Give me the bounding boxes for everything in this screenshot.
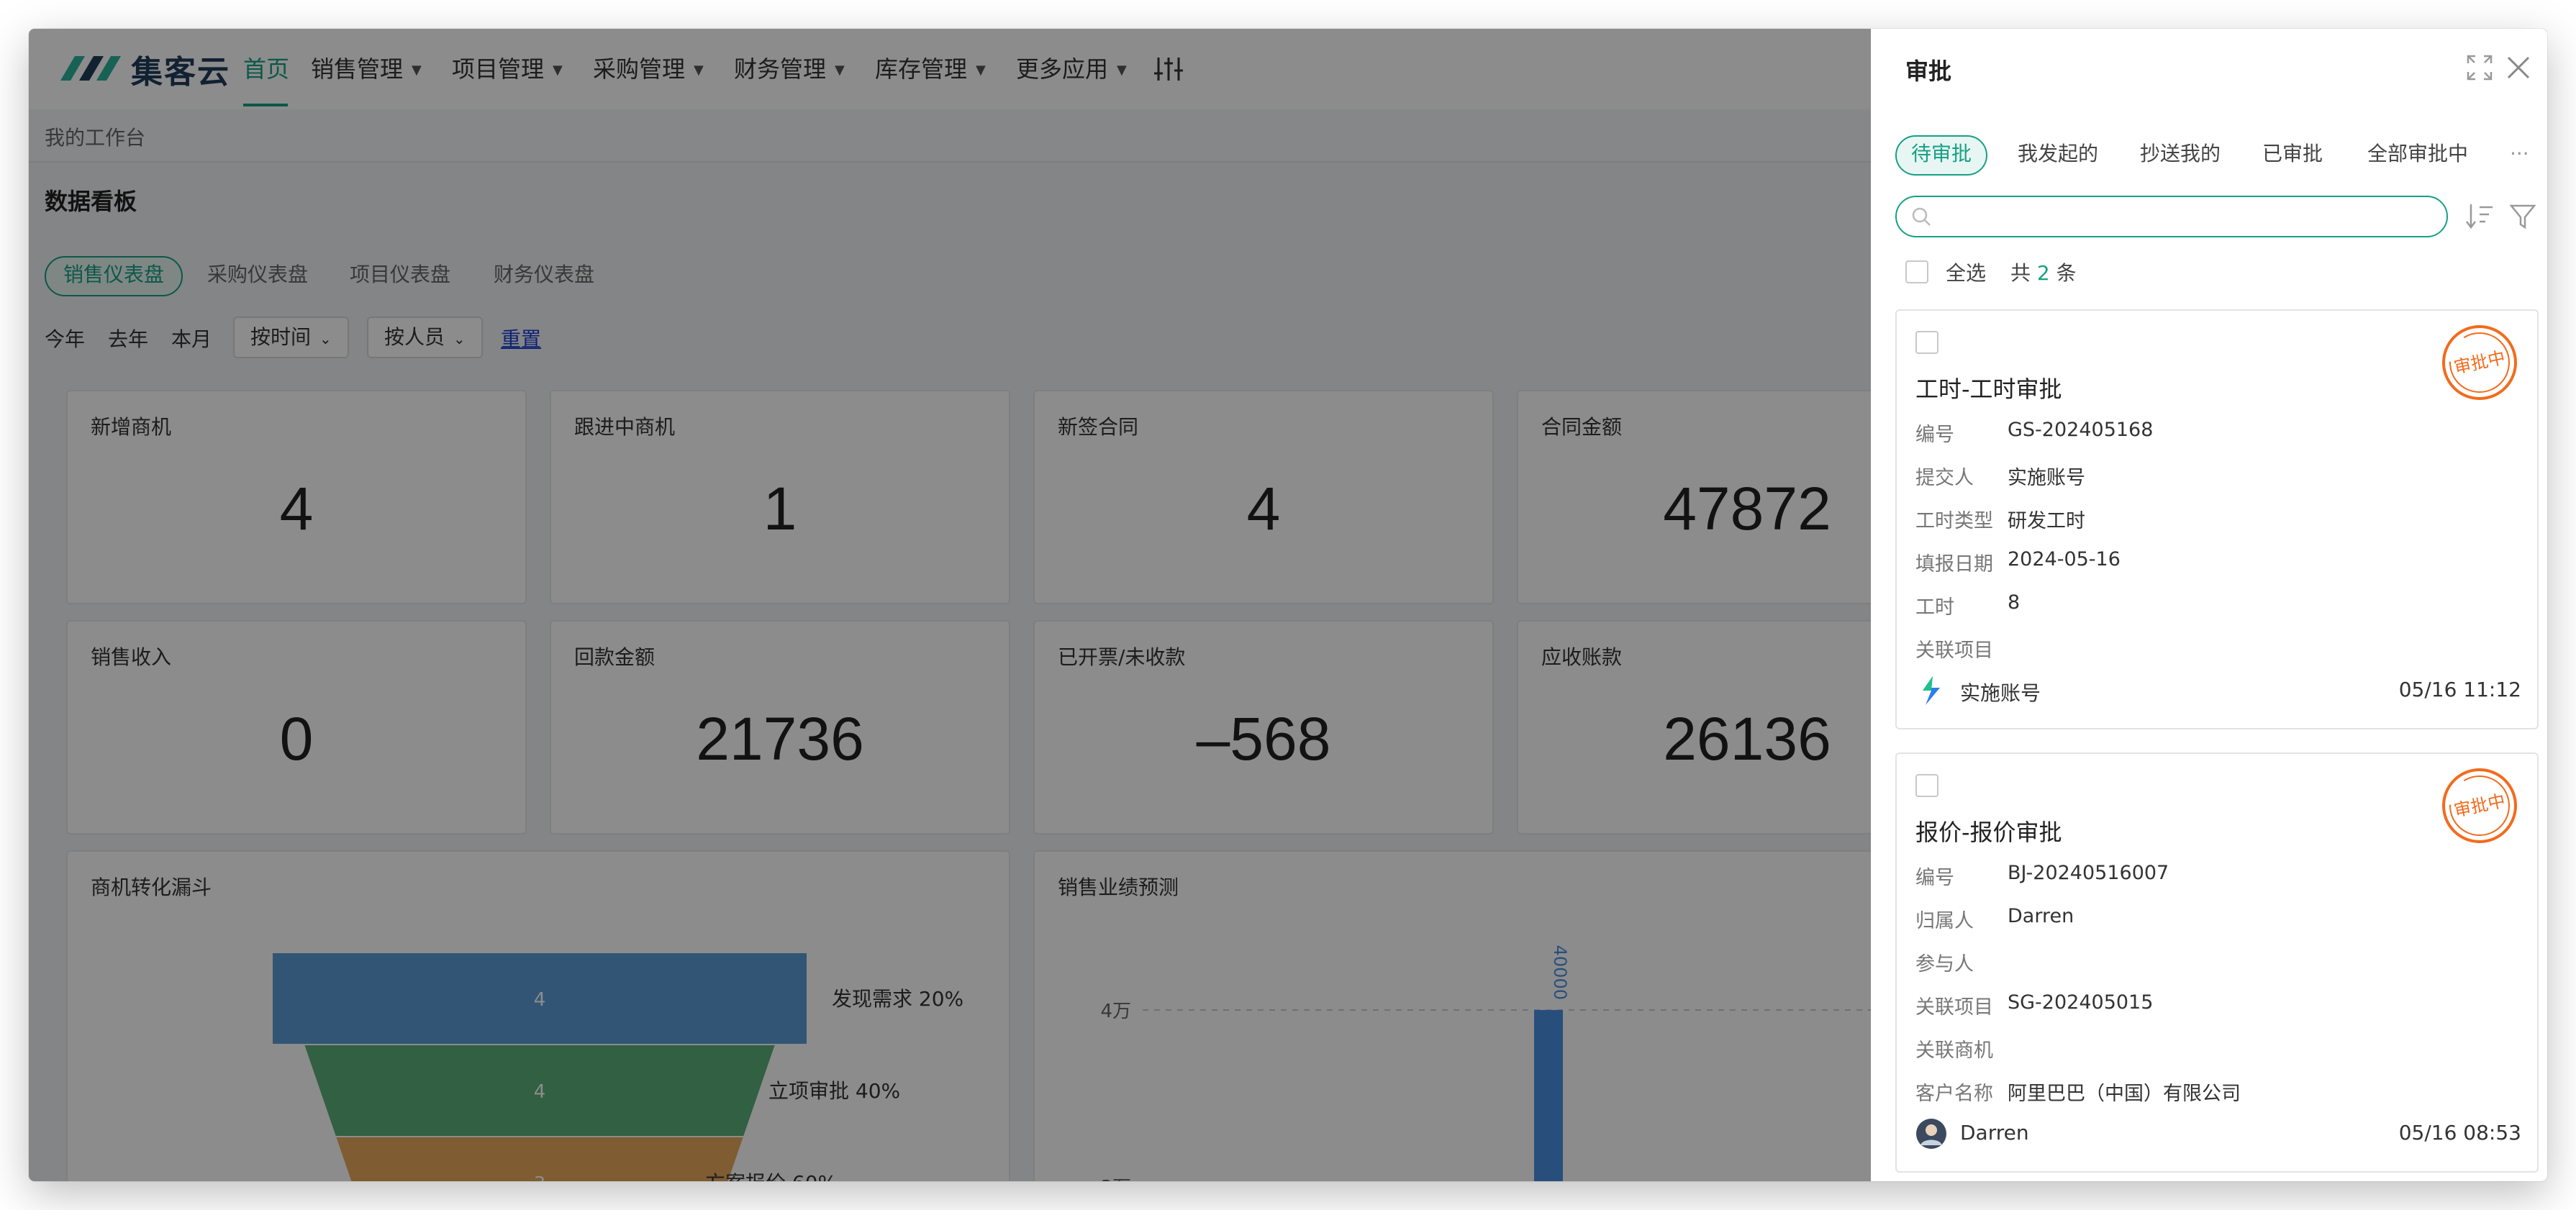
close-icon[interactable] [2503,52,2534,83]
search-input[interactable] [1941,201,2434,232]
field-label: 关联项目 [1915,996,1993,1019]
drawer-title: 审批 [1905,58,1952,85]
field-label: 关联商机 [1915,1040,1993,1062]
count-suffix: 条 [2056,261,2077,285]
select-all-label: 全选 [1946,261,1987,285]
field-label: 填报日期 [1915,553,1993,576]
submit-time: 05/16 08:53 [2398,1121,2521,1145]
approval-card[interactable]: 审批中 报价-报价审批 编号 BJ-20240516007 归属人 Darren… [1895,752,2539,1173]
card-checkbox[interactable] [1915,331,1938,354]
field-label: 编号 [1915,867,1954,889]
field-value: SG-202405015 [2008,991,2154,1014]
search-box[interactable] [1895,196,2448,237]
field-label: 客户名称 [1915,1083,1993,1105]
field-value: 研发工时 [2008,510,2085,532]
card-checkbox[interactable] [1915,774,1938,797]
field-value: 2024-05-16 [2008,548,2121,570]
field-value: BJ-20240516007 [2008,862,2169,884]
owner-name: Darren [1960,1121,2029,1145]
submitter-name: 实施账号 [1960,681,2041,705]
approval-title: 报价-报价审批 [1915,819,2062,846]
avatar [1916,1119,1946,1149]
field-label: 参与人 [1915,953,1974,975]
stamp-text: 审批中 [2452,347,2507,378]
approval-card[interactable]: 审批中 工时-工时审批 编号 GS-202405168 提交人 实施账号 工时类… [1895,309,2539,729]
total-count: 共 2 条 [2010,258,2077,286]
field-value: 实施账号 [2008,467,2085,489]
stamp-text: 审批中 [2452,791,2507,821]
more-tabs-button[interactable]: ··· [2510,135,2529,173]
filter-icon[interactable] [2507,200,2539,232]
tab-all-in-approval[interactable]: 全部审批中 [2367,135,2468,173]
tab-approved[interactable]: 已审批 [2262,135,2323,173]
field-value: Darren [2008,905,2074,927]
field-label: 归属人 [1915,910,1974,932]
select-all-checkbox[interactable] [1905,260,1928,283]
submit-time: 05/16 11:12 [2398,678,2521,701]
field-label: 关联项目 [1915,640,1993,662]
field-label: 工时类型 [1915,510,1993,532]
approval-drawer: 审批 待审批 我发起的 抄送我的 已审批 全部审批中 ··· 全选 共 2 条 … [1871,29,2547,1181]
search-icon [1912,207,1931,226]
field-label: 提交人 [1915,467,1974,489]
sort-icon[interactable] [2464,200,2495,232]
field-label: 工时 [1915,596,1954,619]
field-value: 阿里巴巴（中国）有限公司 [2008,1083,2241,1105]
expand-icon[interactable] [2464,52,2495,83]
field-value: GS-202405168 [2008,419,2154,441]
user-avatar-logo-icon [1923,676,1940,705]
status-stamp-icon: 审批中 [2442,768,2517,843]
tab-cc-to-me[interactable]: 抄送我的 [2140,135,2221,173]
field-value: 8 [2008,591,2021,614]
count-number: 2 [2036,261,2050,285]
approval-title: 工时-工时审批 [1915,376,2062,403]
field-label: 编号 [1915,424,1954,446]
app-window: 集客云 首页 销售管理 ▼ 项目管理 ▼ 采购管理 ▼ 财务管理 ▼ 库存管理 ▼ 更多应… [29,29,2547,1181]
tab-pending-approval[interactable]: 待审批 [1895,135,1988,176]
status-stamp-icon: 审批中 [2442,325,2517,400]
tab-initiated-by-me[interactable]: 我发起的 [2018,135,2098,173]
count-prefix: 共 [2010,261,2031,285]
